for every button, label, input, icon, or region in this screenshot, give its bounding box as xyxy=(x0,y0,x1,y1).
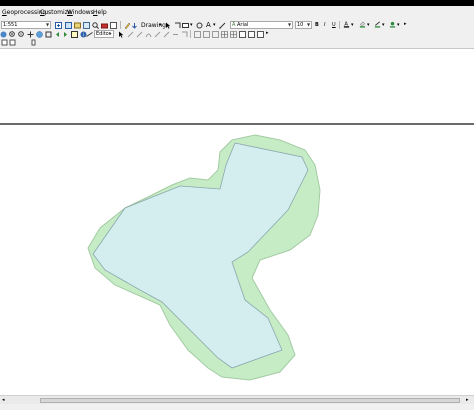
line-color-icon[interactable] xyxy=(374,21,381,28)
catalog-icon[interactable] xyxy=(83,22,90,29)
scale-value: 1:551 xyxy=(3,22,18,28)
toolbar-options-icon[interactable]: ▸ xyxy=(404,21,407,27)
status-bar xyxy=(0,404,474,410)
full-extent-icon[interactable] xyxy=(36,31,43,38)
underline-icon[interactable]: U xyxy=(332,22,336,28)
font-name-value: Arial xyxy=(237,22,249,28)
window-icon[interactable] xyxy=(248,31,255,38)
scroll-right-icon[interactable]: ▸ xyxy=(466,397,469,403)
chevron-down-icon[interactable]: ▾ xyxy=(367,22,370,28)
full-extent-icon[interactable] xyxy=(65,22,72,29)
scroll-left-icon[interactable]: ◂ xyxy=(2,397,5,403)
search-icon[interactable] xyxy=(92,22,99,29)
drawing-menu[interactable]: Drawing xyxy=(141,22,166,29)
layout-icon[interactable] xyxy=(239,31,246,38)
chevron-down-icon[interactable]: ▾ xyxy=(190,22,193,28)
marker-color-icon[interactable] xyxy=(389,21,396,28)
trace-icon[interactable] xyxy=(154,31,161,38)
chevron-down-icon[interactable]: ▼ xyxy=(306,22,311,28)
map-canvas xyxy=(87,134,321,381)
text-icon[interactable]: A xyxy=(206,21,211,29)
chevron-down-icon[interactable]: ▾ xyxy=(108,31,113,37)
chevron-down-icon[interactable]: ▼ xyxy=(287,22,292,28)
edit-vertices-icon[interactable] xyxy=(219,22,226,29)
toolbar-options-icon[interactable]: ▸ xyxy=(266,30,269,36)
point-icon[interactable] xyxy=(163,31,170,38)
chevron-down-icon[interactable]: ▾ xyxy=(382,22,385,28)
fixed-zoom-icon[interactable] xyxy=(45,31,52,38)
italic-icon[interactable]: I xyxy=(324,22,325,28)
sketch-properties-icon[interactable] xyxy=(203,31,210,38)
bold-icon[interactable]: B xyxy=(315,22,319,28)
toggle-icon[interactable] xyxy=(1,39,8,46)
split-icon[interactable] xyxy=(172,31,179,38)
attributes-icon[interactable] xyxy=(194,31,201,38)
menu-windows[interactable]: Windows xyxy=(67,9,94,16)
snapping-icon[interactable] xyxy=(257,31,264,38)
toolbar-handle-icon[interactable] xyxy=(30,39,37,46)
pan-icon[interactable] xyxy=(27,31,34,38)
go-back-icon[interactable] xyxy=(54,31,61,38)
measure-icon[interactable] xyxy=(86,31,93,38)
font-size-value: 10 xyxy=(297,22,304,28)
map-view[interactable] xyxy=(0,125,474,395)
tools-toolbar-row3 xyxy=(0,38,474,49)
pointer-icon[interactable] xyxy=(165,22,172,29)
sketch-icon[interactable] xyxy=(127,31,134,38)
empty-panel xyxy=(0,49,474,123)
select-icon[interactable] xyxy=(71,31,78,38)
rotate-icon[interactable] xyxy=(181,31,188,38)
toolbox-icon[interactable] xyxy=(101,22,108,29)
go-forward-icon[interactable] xyxy=(62,31,69,38)
table-icon[interactable] xyxy=(221,31,228,38)
menu-bar: Geoprocessing Customize Windows Help xyxy=(0,6,474,20)
arrow-icon[interactable] xyxy=(131,22,138,29)
rotate-icon[interactable] xyxy=(174,22,181,29)
font-name-combo[interactable]: Ǎ Arial ▼ xyxy=(230,21,293,29)
arc-icon[interactable] xyxy=(145,31,152,38)
chevron-down-icon[interactable]: ▾ xyxy=(159,22,162,28)
scrollbar-thumb[interactable] xyxy=(40,398,460,403)
globe-icon[interactable] xyxy=(0,31,7,38)
font-size-combo[interactable]: 10 ▼ xyxy=(295,21,312,29)
zoom-out-icon[interactable] xyxy=(18,31,25,38)
zoom-in-icon[interactable] xyxy=(55,22,62,29)
rectangle-icon[interactable] xyxy=(182,22,189,29)
menu-help[interactable]: Help xyxy=(93,9,107,16)
scale-combo[interactable]: 1:551 ▼ xyxy=(1,21,51,29)
chevron-down-icon[interactable]: ▾ xyxy=(351,22,354,28)
toc-icon[interactable] xyxy=(9,39,16,46)
fill-color-icon[interactable] xyxy=(359,21,366,28)
chevron-down-icon[interactable]: ▾ xyxy=(397,22,400,28)
add-data-icon[interactable] xyxy=(74,22,81,29)
editor-toolbar-icon[interactable] xyxy=(124,22,131,29)
editor-menu[interactable]: Editor ▾ xyxy=(94,30,114,38)
standard-toolbar: 1:551 ▼ Drawing ▾ ▾ A ▾ Ǎ Arial ▼ 10 ▼ B… xyxy=(0,20,474,30)
circle-icon[interactable] xyxy=(196,22,203,29)
chevron-down-icon[interactable]: ▾ xyxy=(213,22,216,28)
tools-toolbar: i Editor ▾ ▸ xyxy=(0,30,474,38)
python-icon[interactable] xyxy=(110,22,117,29)
straight-segment-icon[interactable] xyxy=(136,31,143,38)
chevron-down-icon[interactable]: ▼ xyxy=(45,22,50,28)
font-color-icon[interactable]: A xyxy=(343,21,350,28)
zoom-in-icon[interactable] xyxy=(9,31,16,38)
create-features-icon[interactable] xyxy=(212,31,219,38)
edit-tool-icon[interactable] xyxy=(118,31,125,38)
grid-icon[interactable] xyxy=(230,31,237,38)
